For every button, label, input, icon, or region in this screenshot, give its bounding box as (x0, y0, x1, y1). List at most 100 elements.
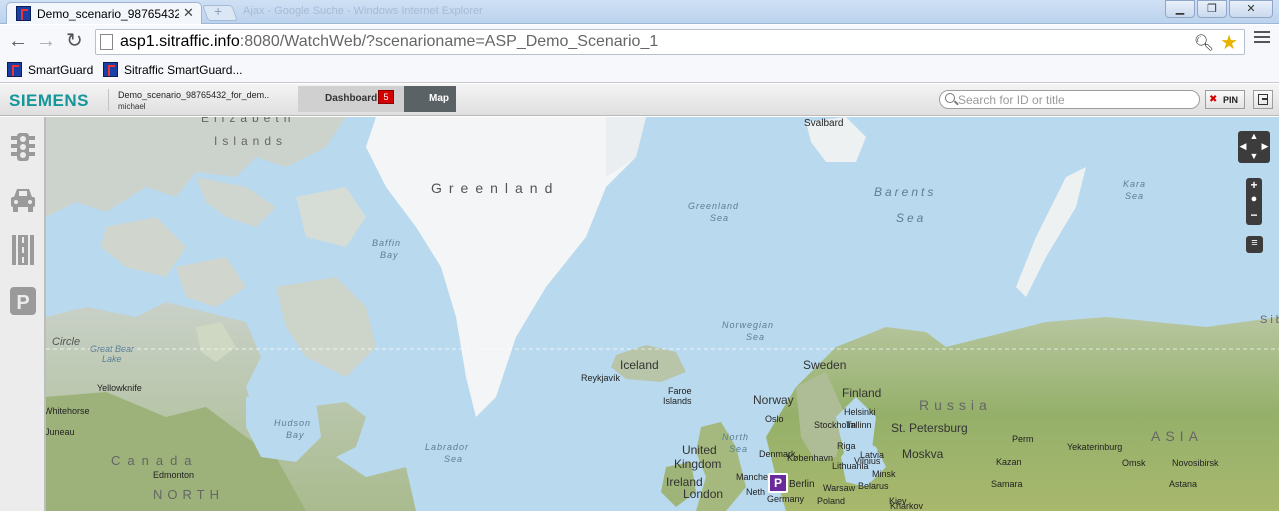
zoom-control: + ● − (1246, 178, 1262, 225)
bookmark-label: Sitraffic SmartGuard... (124, 62, 243, 77)
search-box (939, 90, 1200, 109)
pan-control[interactable]: ▲ ▼ ◀ ▶ (1238, 131, 1270, 163)
browser-tab[interactable]: Demo_scenario_98765432_ ✕ (6, 2, 202, 24)
map-label: Iceland (620, 358, 659, 372)
tab-map-label: Map (429, 93, 449, 104)
zoom-out-icon[interactable]: − (1246, 208, 1262, 222)
user-name: michael (118, 102, 146, 111)
parking-marker[interactable]: P (768, 473, 788, 493)
map-label: North (722, 432, 750, 442)
browser-menu-icon[interactable] (1254, 31, 1270, 46)
header-divider (108, 89, 109, 111)
logout-button[interactable] (1253, 90, 1273, 109)
map-label: Germany (767, 494, 805, 504)
map-label: Barents (874, 185, 937, 199)
map-label: Norway (753, 393, 794, 407)
map-label: Great Bear (90, 344, 135, 354)
map-label: Sea (710, 213, 730, 223)
browser-toolbar: ← → ↻ asp1.sitraffic.info:8080/WatchWeb/… (0, 25, 1279, 59)
map-label: Astana (1169, 479, 1198, 489)
bookmark-sitraffic-smartguard[interactable]: Sitraffic SmartGuard... (103, 62, 242, 77)
map-label: St. Petersburg (891, 421, 968, 435)
map-label: Sea (896, 211, 927, 225)
map-label: Bay (380, 250, 399, 260)
background-window-title: Ajax - Google Suche - Windows Internet E… (243, 5, 483, 17)
bookmarks-bar: SmartGuard Sitraffic SmartGuard... (0, 59, 1279, 83)
plus-icon: + (214, 3, 223, 19)
map-label: Neth (746, 487, 766, 497)
siemens-logo: SIEMENS (9, 91, 90, 110)
app-header: SIEMENS Demo_scenario_98765432_for_dem..… (0, 84, 1279, 116)
parking-marker-letter: P (774, 476, 783, 490)
map-label: Elizabeth (201, 117, 296, 125)
map-label: Hudson (274, 418, 312, 428)
map-label: Sea (444, 454, 464, 464)
pan-right-icon[interactable]: ▶ (1249, 141, 1279, 152)
layer-rail: P (0, 117, 46, 511)
map-canvas[interactable]: Elizabeth Islands Svalbard Greenland Bar… (46, 117, 1279, 511)
map-label: Islands (214, 134, 288, 148)
traffic-light-icon[interactable] (9, 131, 37, 163)
car-icon[interactable] (9, 183, 37, 215)
sitraffic-favicon-icon (16, 6, 31, 21)
road-icon[interactable] (9, 234, 37, 266)
map-label: Perm (1012, 434, 1034, 444)
reload-button[interactable]: ↻ (66, 31, 83, 51)
map-label: Kingdom (674, 457, 722, 471)
map-label: Riga (837, 441, 856, 451)
zoom-in-icon[interactable]: + (1246, 178, 1262, 192)
zoom-icon[interactable]: 🔍︎ (1194, 33, 1214, 53)
map-label: Poland (817, 496, 846, 506)
map-label: Svalbard (804, 118, 844, 129)
map-label: Sib (1260, 314, 1279, 326)
map-label: Oslo (765, 414, 784, 424)
map-label: Islands (663, 396, 692, 406)
map-label: Juneau (46, 427, 75, 437)
globe-icon[interactable]: ● (1246, 193, 1262, 205)
pin-label: PIN (1223, 95, 1239, 105)
map-label: Greenland (688, 201, 740, 211)
layers-icon: ≡ (1251, 237, 1258, 249)
map-label: Faroe (668, 386, 692, 396)
close-window-button[interactable]: ✕ (1229, 0, 1273, 18)
forward-button[interactable]: → (36, 31, 56, 51)
minimize-button[interactable]: ▁ (1165, 0, 1195, 18)
search-input[interactable] (958, 92, 1194, 108)
pin-button[interactable]: ✖ PIN (1205, 90, 1245, 109)
map-label: Labrador (425, 442, 470, 452)
parking-icon[interactable]: P (9, 285, 37, 317)
tab-close-icon[interactable]: ✕ (183, 5, 194, 21)
map-label: Yekaterinburg (1067, 442, 1123, 452)
map-label: Minsk (872, 469, 896, 479)
map-label: Sea (1125, 191, 1145, 201)
map-label: United (682, 443, 717, 457)
map-label: Helsinki (844, 407, 876, 417)
map-label: Canada (111, 453, 199, 468)
map-label: Berlin (789, 479, 815, 490)
maximize-button[interactable]: ❐ (1197, 0, 1227, 18)
pan-up-icon[interactable]: ▲ (1238, 131, 1270, 141)
bookmark-smartguard[interactable]: SmartGuard (7, 62, 93, 77)
logout-icon (1258, 94, 1268, 105)
map-label: Belarus (858, 481, 889, 491)
tab-dashboard[interactable]: Dashboard 5 (298, 86, 404, 112)
map-label: Kharkov (890, 501, 924, 511)
page-icon (100, 34, 113, 50)
map-label: Moskva (902, 447, 944, 461)
layers-button[interactable]: ≡ (1246, 236, 1263, 253)
back-button[interactable]: ← (8, 31, 28, 51)
map-label: Sea (729, 444, 749, 454)
tab-map[interactable]: Map (404, 86, 456, 112)
address-bar[interactable]: asp1.sitraffic.info:8080/WatchWeb/?scena… (95, 29, 1245, 55)
map-label: Finland (842, 386, 882, 400)
sitraffic-favicon-icon (7, 62, 22, 77)
map-label: Novosibirsk (1172, 458, 1219, 468)
map-label: ASIA (1151, 428, 1203, 444)
map-label: Russia (919, 397, 992, 413)
bookmark-star-icon[interactable]: ★ (1220, 30, 1238, 55)
map-label: Yellowknife (97, 383, 142, 393)
map-label: Lake (102, 354, 122, 364)
tab-dashboard-label: Dashboard (325, 93, 378, 104)
url-text: asp1.sitraffic.info:8080/WatchWeb/?scena… (120, 33, 658, 51)
pan-down-icon[interactable]: ▼ (1238, 151, 1270, 161)
